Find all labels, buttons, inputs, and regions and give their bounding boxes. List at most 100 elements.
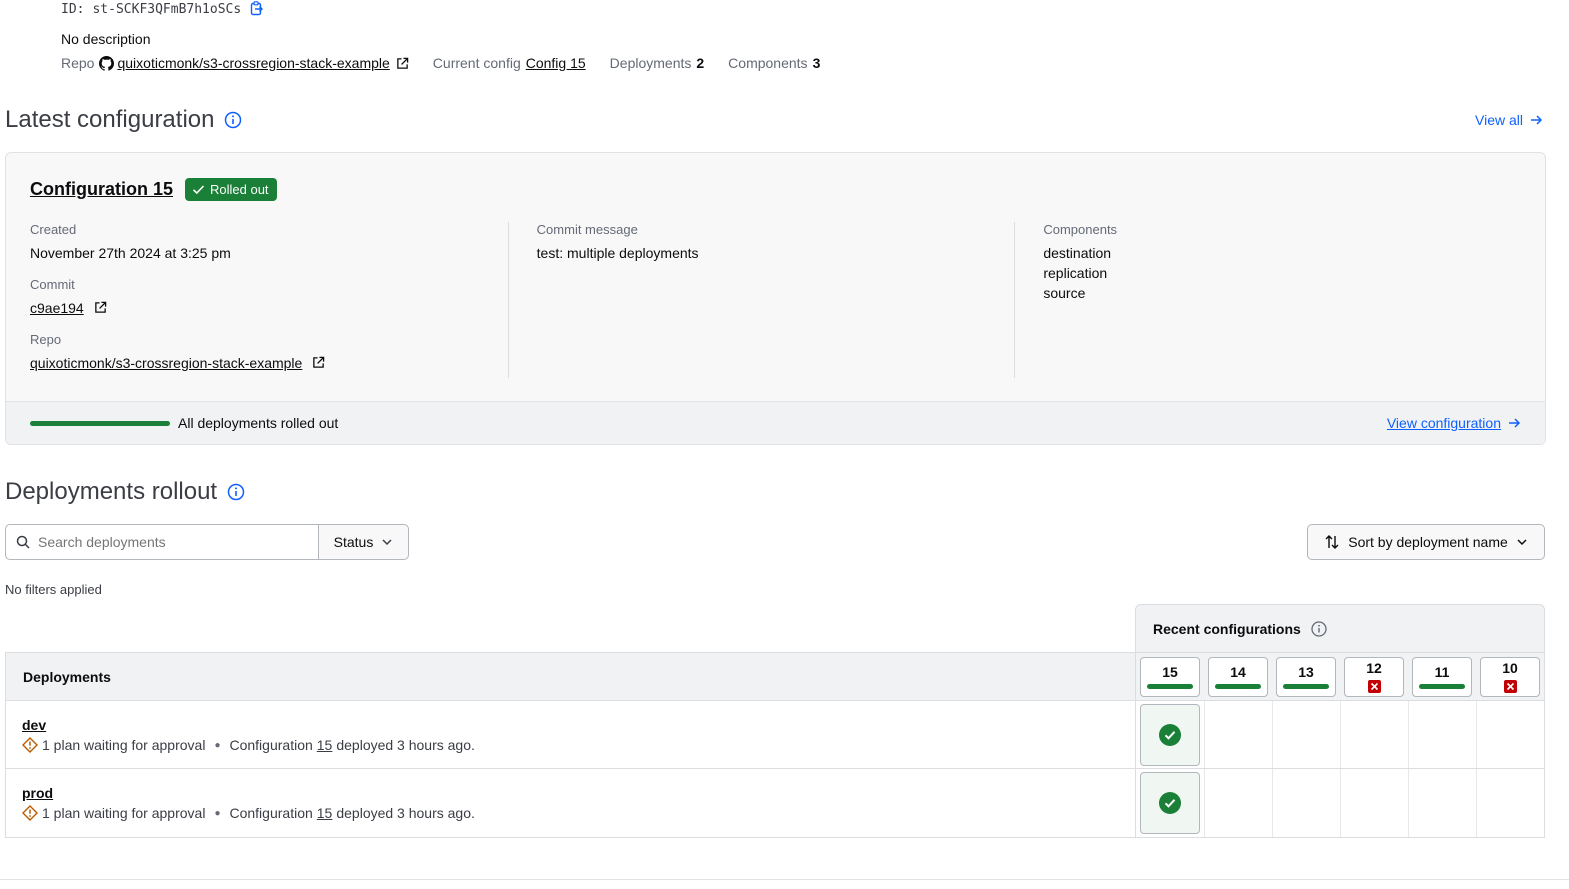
card-column-details: Created November 27th 2024 at 3:25 pm Co… bbox=[30, 222, 508, 378]
repo-meta: Repo quixoticmonk/s3-crossregion-stack-e… bbox=[61, 55, 409, 71]
components-field-label: Components bbox=[1043, 222, 1118, 237]
search-icon bbox=[16, 535, 30, 549]
created-value: November 27th 2024 at 3:25 pm bbox=[30, 245, 231, 261]
status-filter-dropdown[interactable]: Status bbox=[318, 524, 409, 560]
deployments-count: 2 bbox=[696, 55, 705, 71]
deployments-meta: Deployments 2 bbox=[610, 55, 705, 71]
repo-field-label: Repo bbox=[30, 332, 62, 347]
stack-id-row: ID: st-SCKF3QFmB7h1oSCs bbox=[61, 1, 265, 17]
config-success-bar bbox=[1419, 683, 1465, 689]
config-chip[interactable]: 13 bbox=[1276, 656, 1336, 697]
deployments-column-header: Deployments bbox=[6, 653, 1136, 700]
commit-link[interactable]: c9ae194 bbox=[30, 300, 84, 316]
check-circle-icon bbox=[1159, 792, 1181, 814]
card-columns: Created November 27th 2024 at 3:25 pm Co… bbox=[30, 222, 1521, 378]
stack-description: No description bbox=[61, 31, 151, 47]
warning-icon bbox=[22, 737, 38, 753]
view-configuration-link[interactable]: View configuration bbox=[1387, 415, 1521, 431]
config-chip[interactable]: 10 bbox=[1480, 656, 1540, 697]
stack-id-value: st-SCKF3QFmB7h1oSCs bbox=[92, 1, 242, 17]
config-status-cell bbox=[1272, 769, 1340, 837]
search-input[interactable] bbox=[38, 534, 298, 550]
sort-dropdown[interactable]: Sort by deployment name bbox=[1307, 524, 1545, 560]
repo-label: Repo bbox=[61, 55, 95, 71]
deployed-check[interactable] bbox=[1140, 703, 1200, 766]
config-status-cell[interactable] bbox=[1136, 769, 1204, 837]
component-item: replication bbox=[1043, 265, 1108, 281]
sort-icon bbox=[1325, 535, 1339, 549]
rollout-progress-fill bbox=[30, 420, 170, 426]
deployment-name-link[interactable]: dev bbox=[22, 717, 46, 733]
config-header-cells: 15 14 13 12 11 10 bbox=[1136, 653, 1544, 700]
deployed-config-link[interactable]: 15 bbox=[317, 805, 333, 821]
config-column-header: 14 bbox=[1204, 653, 1272, 700]
component-item: destination bbox=[1043, 245, 1112, 261]
warning-icon bbox=[22, 805, 38, 821]
info-icon[interactable] bbox=[224, 111, 242, 129]
config-column-header: 12 bbox=[1340, 653, 1408, 700]
recent-configurations-header: Recent configurations bbox=[1135, 604, 1545, 653]
info-icon[interactable] bbox=[227, 483, 245, 501]
deployed-config-link[interactable]: 15 bbox=[317, 737, 333, 753]
filters-status-text: No filters applied bbox=[5, 582, 102, 597]
deployment-name-cell: dev 1 plan waiting for approval ● Configura… bbox=[6, 701, 1136, 768]
config-success-bar bbox=[1283, 683, 1329, 689]
latest-configuration-heading: Latest configuration bbox=[5, 106, 242, 134]
card-column-commit-message: Commit message test: multiple deployment… bbox=[507, 222, 1015, 378]
deployment-rows: dev 1 plan waiting for approval ● Configura… bbox=[6, 701, 1544, 837]
error-icon bbox=[1503, 679, 1517, 693]
config-chip[interactable]: 14 bbox=[1208, 656, 1268, 697]
config-status-cell[interactable] bbox=[1136, 701, 1204, 768]
config-status-cell bbox=[1476, 701, 1544, 768]
config-status-cell bbox=[1340, 769, 1408, 837]
config-column-header: 13 bbox=[1272, 653, 1340, 700]
view-all-label: View all bbox=[1475, 112, 1523, 128]
current-config-meta: Current config Config 15 bbox=[433, 55, 586, 71]
config-status-cell bbox=[1408, 701, 1476, 768]
table-row: prod 1 plan waiting for approval ● Configur… bbox=[6, 769, 1544, 837]
external-link-icon[interactable] bbox=[94, 301, 107, 314]
component-item: source bbox=[1043, 285, 1086, 301]
info-icon[interactable] bbox=[1311, 621, 1327, 637]
deployment-name-link[interactable]: prod bbox=[22, 785, 53, 801]
deployments-rollout-title: Deployments rollout bbox=[5, 478, 218, 505]
stack-meta-row: Repo quixoticmonk/s3-crossregion-stack-e… bbox=[61, 55, 844, 71]
configuration-title-link[interactable]: Configuration 15 bbox=[30, 179, 173, 200]
view-all-link[interactable]: View all bbox=[1475, 112, 1543, 128]
config-chip[interactable]: 11 bbox=[1412, 656, 1472, 697]
config-chip[interactable]: 15 bbox=[1140, 656, 1200, 697]
config-number: 14 bbox=[1230, 663, 1246, 680]
arrow-right-icon bbox=[1531, 115, 1543, 125]
external-link-icon[interactable] bbox=[312, 356, 325, 369]
deployed-check[interactable] bbox=[1140, 772, 1200, 834]
config-status-cell bbox=[1340, 701, 1408, 768]
status-badge-label: Rolled out bbox=[210, 182, 269, 197]
config-number: 11 bbox=[1434, 663, 1450, 680]
separator-dot: ● bbox=[214, 807, 221, 819]
card-column-components: Components destination replication sourc… bbox=[1014, 222, 1521, 378]
commit-label: Commit bbox=[30, 277, 75, 292]
config-number: 15 bbox=[1162, 663, 1178, 680]
search-field[interactable] bbox=[5, 524, 319, 560]
status-badge: Rolled out bbox=[185, 178, 277, 201]
view-configuration-label: View configuration bbox=[1386, 415, 1501, 431]
copy-icon[interactable] bbox=[249, 1, 265, 17]
repo-field-link[interactable]: quixoticmonk/s3-crossregion-stack-exampl… bbox=[30, 355, 302, 371]
table-header-row: Deployments 15 14 13 12 11 10 bbox=[6, 653, 1544, 701]
latest-configuration-title: Latest configuration bbox=[5, 106, 215, 133]
config-column-header: 15 bbox=[1136, 653, 1204, 700]
created-label: Created bbox=[30, 222, 77, 237]
deployments-rollout-heading: Deployments rollout bbox=[5, 478, 245, 506]
repo-link[interactable]: quixoticmonk/s3-crossregion-stack-exampl… bbox=[117, 55, 389, 71]
config-prefix-text: Configuration bbox=[229, 805, 313, 821]
external-link-icon[interactable] bbox=[396, 57, 409, 70]
arrow-right-icon bbox=[1509, 418, 1521, 428]
components-label: Components bbox=[728, 55, 808, 71]
config-chip[interactable]: 12 bbox=[1344, 656, 1404, 697]
config-status-cell bbox=[1204, 769, 1272, 837]
github-icon bbox=[99, 55, 115, 71]
current-config-link[interactable]: Config 15 bbox=[526, 55, 586, 71]
deployed-time-text: deployed 3 hours ago. bbox=[336, 737, 475, 753]
error-icon bbox=[1367, 679, 1381, 693]
config-success-bar bbox=[1215, 683, 1261, 689]
